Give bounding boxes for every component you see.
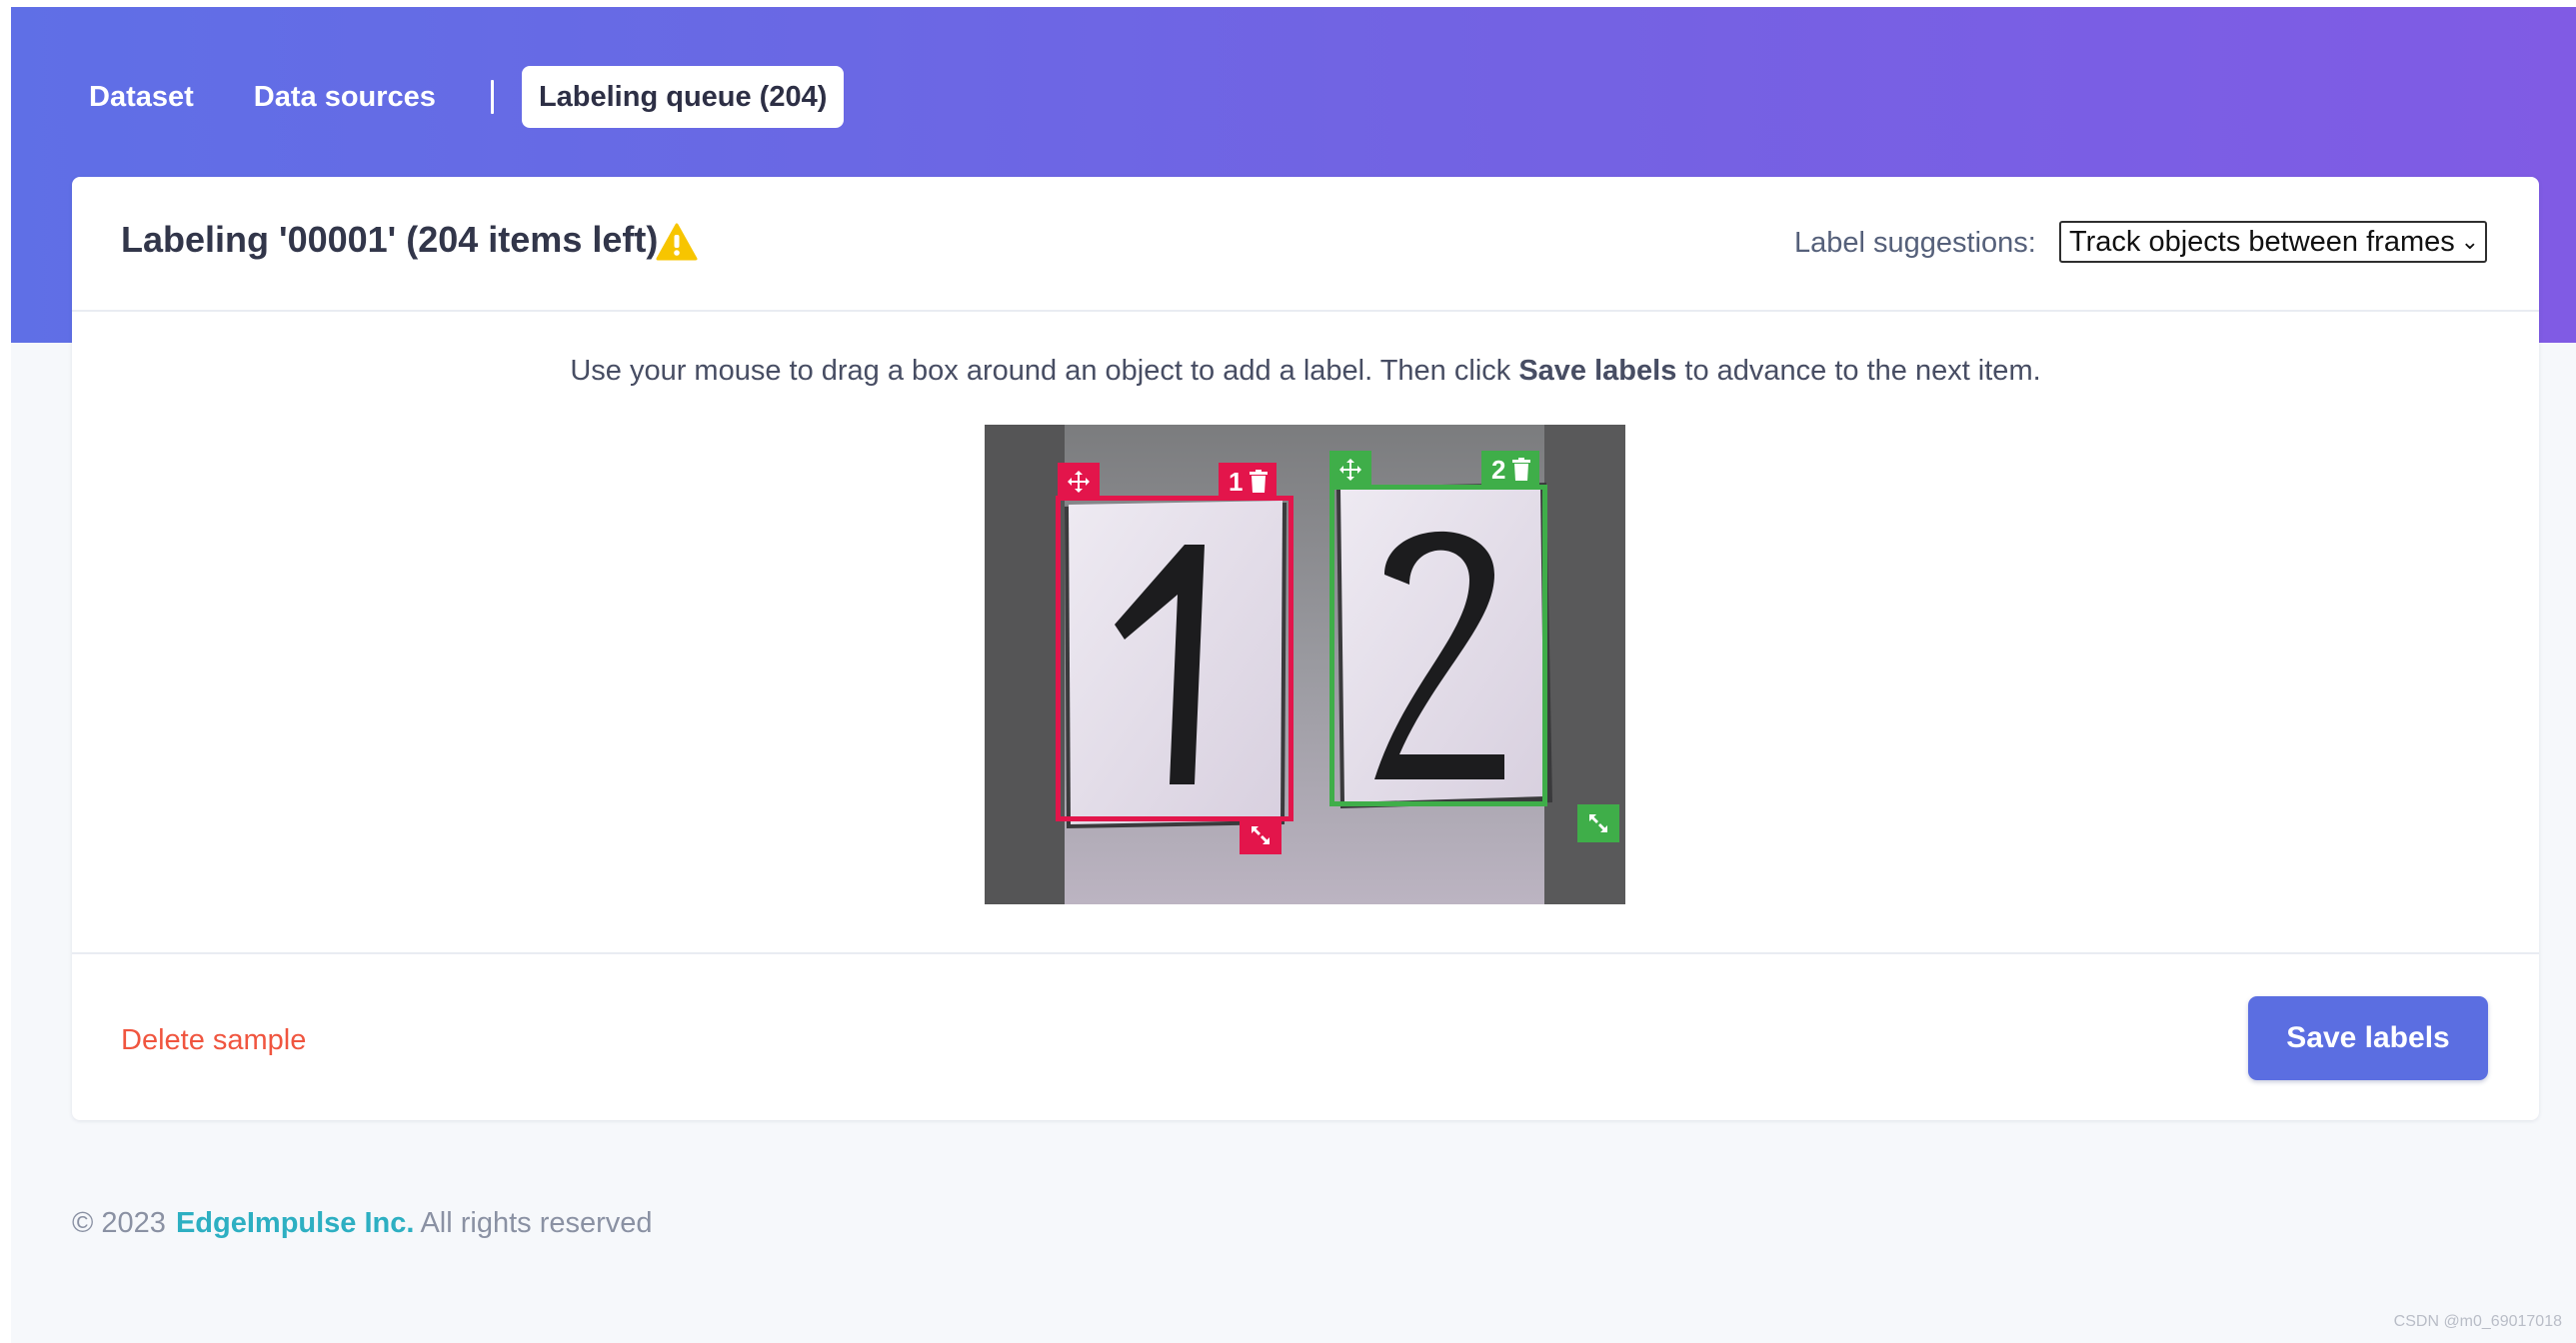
labeling-canvas[interactable]: 1 2 bbox=[985, 425, 1625, 904]
save-labels-button[interactable]: Save labels bbox=[2248, 996, 2488, 1080]
footer-rights: All rights reserved bbox=[420, 1207, 653, 1239]
tab-dataset[interactable]: Dataset bbox=[72, 66, 211, 128]
tab-labeling-queue[interactable]: Labeling queue (204) bbox=[521, 66, 845, 128]
card-header: Labeling '00001' (204 items left) Label … bbox=[72, 177, 2539, 312]
bounding-box-2[interactable] bbox=[1329, 485, 1547, 806]
bounding-box-1[interactable] bbox=[1056, 496, 1293, 821]
warning-triangle-icon[interactable] bbox=[656, 223, 698, 261]
label-tag-2[interactable]: 2 bbox=[1481, 451, 1540, 489]
labeling-instructions: Use your mouse to drag a box around an o… bbox=[72, 355, 2539, 388]
footer-copyright: © 2023 bbox=[72, 1207, 166, 1239]
chevron-down-icon: ⌄ bbox=[2460, 229, 2479, 254]
box-label-2: 2 bbox=[1491, 454, 1506, 485]
instruction-text-start: Use your mouse to drag a box around an o… bbox=[570, 355, 1519, 387]
labeling-card: Labeling '00001' (204 items left) Label … bbox=[72, 177, 2539, 1120]
card-divider bbox=[72, 952, 2539, 954]
box-label-1: 1 bbox=[1229, 466, 1244, 497]
label-suggestions-value: Track objects between frames bbox=[2069, 226, 2455, 258]
footer-company-link[interactable]: EdgeImpulse Inc. bbox=[176, 1207, 415, 1239]
page-title: Labeling '00001' (204 items left) bbox=[121, 219, 659, 260]
instruction-text-end: to advance to the next item. bbox=[1676, 355, 2041, 387]
nav-separator bbox=[490, 80, 494, 114]
label-suggestions-label: Label suggestions: bbox=[1794, 227, 2036, 259]
resize-icon[interactable] bbox=[1577, 804, 1619, 842]
move-icon[interactable] bbox=[1058, 463, 1100, 501]
delete-sample-link[interactable]: Delete sample bbox=[121, 1024, 306, 1057]
trash-icon[interactable] bbox=[1511, 458, 1531, 482]
label-tag-1[interactable]: 1 bbox=[1219, 463, 1278, 501]
resize-icon[interactable] bbox=[1240, 816, 1282, 854]
watermark: CSDN @m0_69017018 bbox=[2393, 1313, 2562, 1330]
tab-data-sources[interactable]: Data sources bbox=[237, 66, 453, 128]
trash-icon[interactable] bbox=[1249, 470, 1269, 494]
instruction-text-bold: Save labels bbox=[1518, 355, 1677, 387]
move-icon[interactable] bbox=[1329, 451, 1371, 489]
footer: © 2023 EdgeImpulse Inc. All rights reserve… bbox=[72, 1207, 653, 1240]
top-nav: Dataset Data sources Labeling queue (204… bbox=[72, 66, 845, 128]
label-suggestions-select[interactable]: Track objects between frames ⌄ bbox=[2059, 221, 2487, 263]
